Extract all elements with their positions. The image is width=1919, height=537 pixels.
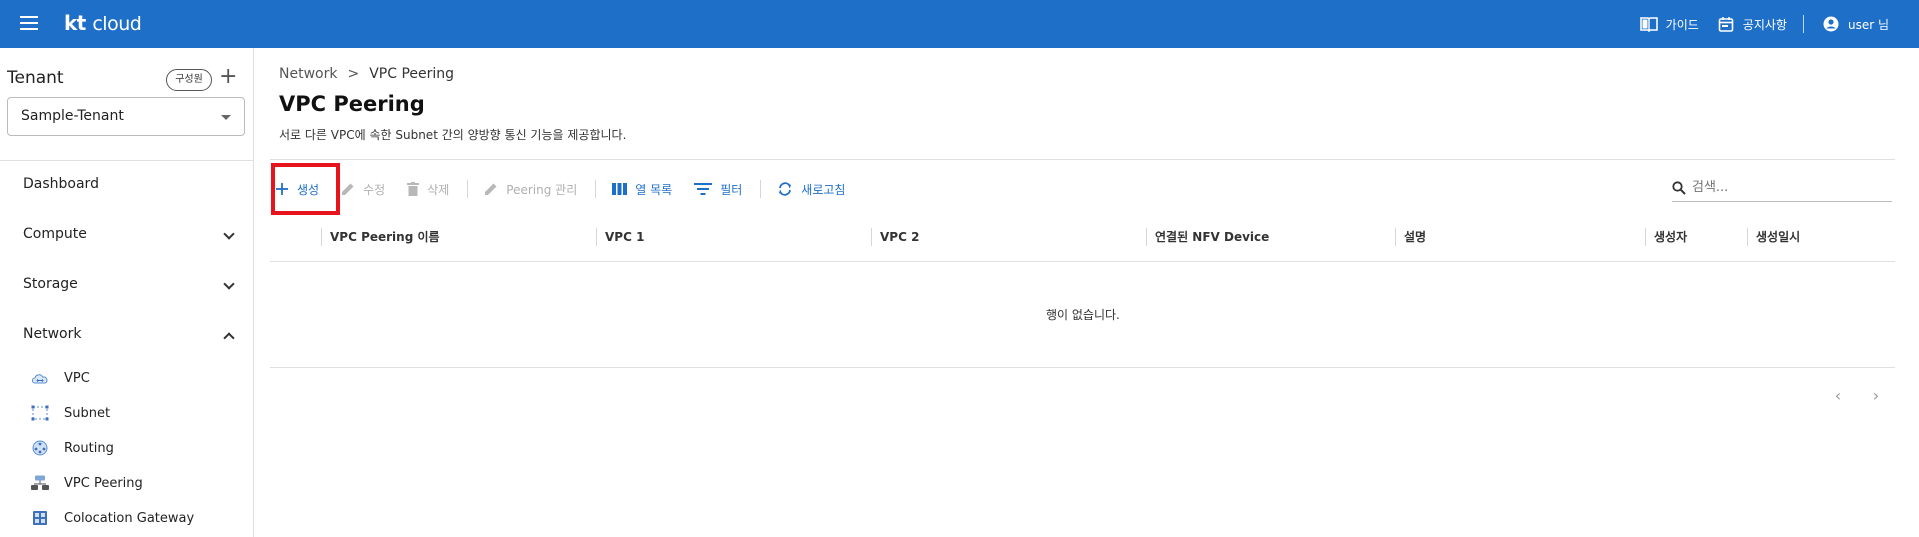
sidebar-item-network[interactable]: Network bbox=[23, 326, 235, 344]
sidebar-item-vpc-peering[interactable]: VPC Peering bbox=[30, 475, 143, 491]
create-button-highlight bbox=[271, 163, 340, 215]
search-box[interactable] bbox=[1672, 174, 1892, 202]
search-icon bbox=[1672, 180, 1686, 195]
chevron-up-icon bbox=[223, 332, 235, 344]
user-menu[interactable]: user 님 bbox=[1822, 16, 1889, 33]
sidebar-item-label: Subnet bbox=[64, 405, 111, 421]
refresh-button[interactable]: 새로고침 bbox=[773, 174, 849, 204]
sidebar-item-label: Network bbox=[23, 326, 82, 342]
column-header-nfv-device[interactable]: 연결된 NFV Device bbox=[1146, 228, 1269, 246]
guide-label: 가이드 bbox=[1665, 17, 1699, 32]
top-bar: kt cloud 가이드 공지사항 user 님 bbox=[0, 0, 1919, 48]
sidebar-item-label: VPC bbox=[64, 370, 90, 386]
table-footer-divider bbox=[270, 367, 1895, 368]
sidebar-item-storage[interactable]: Storage bbox=[23, 276, 235, 292]
vpc-peering-icon bbox=[31, 475, 49, 490]
page-description: 서로 다른 VPC에 속한 Subnet 간의 양방향 통신 기능을 제공합니다… bbox=[279, 128, 627, 142]
tenant-select[interactable]: Sample-Tenant bbox=[7, 97, 245, 136]
chevron-right-icon[interactable]: › bbox=[1870, 386, 1882, 405]
sidebar-item-dashboard[interactable]: Dashboard bbox=[23, 176, 233, 192]
chevron-down-icon bbox=[223, 228, 235, 240]
filter-label: 필터 bbox=[720, 182, 743, 197]
peering-manage-button[interactable]: Peering 관리 bbox=[480, 174, 581, 204]
subnet-icon bbox=[31, 405, 49, 421]
toolbar-divider bbox=[760, 180, 762, 198]
book-icon bbox=[1639, 17, 1658, 32]
edit-label: 수정 bbox=[363, 182, 386, 197]
toolbar-divider bbox=[467, 180, 469, 198]
pencil-icon bbox=[485, 183, 497, 195]
guide-link[interactable]: 가이드 bbox=[1639, 16, 1699, 33]
header-divider bbox=[1802, 15, 1804, 33]
trash-icon bbox=[407, 182, 420, 196]
sidebar-item-label: Routing bbox=[64, 440, 114, 456]
columns-button[interactable]: 열 목록 bbox=[608, 174, 676, 204]
chevron-left-icon[interactable]: ‹ bbox=[1832, 386, 1844, 405]
search-input[interactable] bbox=[1692, 180, 1872, 195]
sidebar-item-label: Colocation Gateway bbox=[64, 510, 195, 526]
table-header: VPC Peering 이름 VPC 1 VPC 2 연결된 NFV Devic… bbox=[270, 218, 1895, 262]
sidebar-item-compute[interactable]: Compute bbox=[23, 226, 235, 242]
breadcrumb-network[interactable]: Network bbox=[279, 66, 337, 82]
sidebar-item-vpc[interactable]: VPC bbox=[30, 370, 90, 386]
pencil-icon bbox=[342, 183, 354, 195]
header-divider bbox=[270, 159, 1895, 160]
notice-label: 공지사항 bbox=[1742, 17, 1787, 32]
tenant-select-value: Sample-Tenant bbox=[21, 108, 124, 124]
delete-button[interactable]: 삭제 bbox=[403, 174, 453, 204]
sidebar-item-label: Storage bbox=[23, 276, 78, 292]
refresh-icon bbox=[779, 182, 792, 196]
sidebar-item-label: VPC Peering bbox=[64, 475, 143, 491]
breadcrumb-current: VPC Peering bbox=[369, 66, 455, 82]
column-header-creator[interactable]: 생성자 bbox=[1645, 228, 1687, 246]
peering-manage-label: Peering 관리 bbox=[506, 182, 578, 197]
sidebar-item-routing[interactable]: Routing bbox=[30, 440, 114, 456]
sidebar-divider bbox=[0, 160, 253, 161]
edit-button[interactable]: 수정 bbox=[337, 174, 389, 204]
vpc-cloud-icon bbox=[31, 374, 48, 384]
add-tenant-button[interactable]: + bbox=[219, 65, 237, 89]
caret-down-icon bbox=[221, 115, 231, 120]
menu-icon[interactable] bbox=[20, 15, 40, 31]
columns-label: 열 목록 bbox=[635, 182, 673, 197]
breadcrumb: Network > VPC Peering bbox=[279, 66, 454, 82]
empty-table-message: 행이 없습니다. bbox=[1046, 308, 1120, 322]
toolbar: 생성 수정 삭제 Peering 관리 열 목록 필터 새로고침 bbox=[271, 166, 863, 212]
pagination: ‹ › bbox=[1832, 386, 1882, 405]
sidebar: Tenant 구성원 + Sample-Tenant Dashboard Com… bbox=[0, 48, 254, 537]
breadcrumb-separator: > bbox=[347, 66, 360, 82]
column-header-vpc1[interactable]: VPC 1 bbox=[596, 228, 644, 246]
members-button[interactable]: 구성원 bbox=[166, 69, 212, 91]
columns-icon bbox=[612, 183, 628, 195]
filter-button[interactable]: 필터 bbox=[690, 174, 746, 204]
column-header-name[interactable]: VPC Peering 이름 bbox=[321, 228, 440, 246]
calendar-icon bbox=[1718, 17, 1734, 32]
colocation-gateway-icon bbox=[33, 511, 47, 525]
toolbar-divider bbox=[595, 180, 597, 198]
account-icon bbox=[1823, 16, 1839, 32]
routing-icon bbox=[32, 440, 48, 456]
delete-label: 삭제 bbox=[427, 182, 450, 197]
notice-link[interactable]: 공지사항 bbox=[1717, 16, 1787, 33]
refresh-label: 새로고침 bbox=[801, 182, 846, 197]
tenant-title: Tenant bbox=[7, 68, 64, 88]
sidebar-item-subnet[interactable]: Subnet bbox=[30, 405, 110, 421]
page-title: VPC Peering bbox=[279, 92, 425, 116]
user-label: user 님 bbox=[1847, 17, 1889, 32]
sidebar-item-label: Dashboard bbox=[23, 176, 99, 192]
column-header-description[interactable]: 설명 bbox=[1395, 228, 1426, 246]
column-header-created-at[interactable]: 생성일시 bbox=[1747, 228, 1800, 246]
column-header-vpc2[interactable]: VPC 2 bbox=[871, 228, 919, 246]
filter-icon bbox=[694, 183, 713, 195]
sidebar-item-colocation-gateway[interactable]: Colocation Gateway bbox=[30, 510, 194, 526]
chevron-down-icon bbox=[223, 278, 235, 290]
kt-cloud-logo[interactable]: kt cloud bbox=[64, 11, 142, 35]
sidebar-item-label: Compute bbox=[23, 226, 87, 242]
